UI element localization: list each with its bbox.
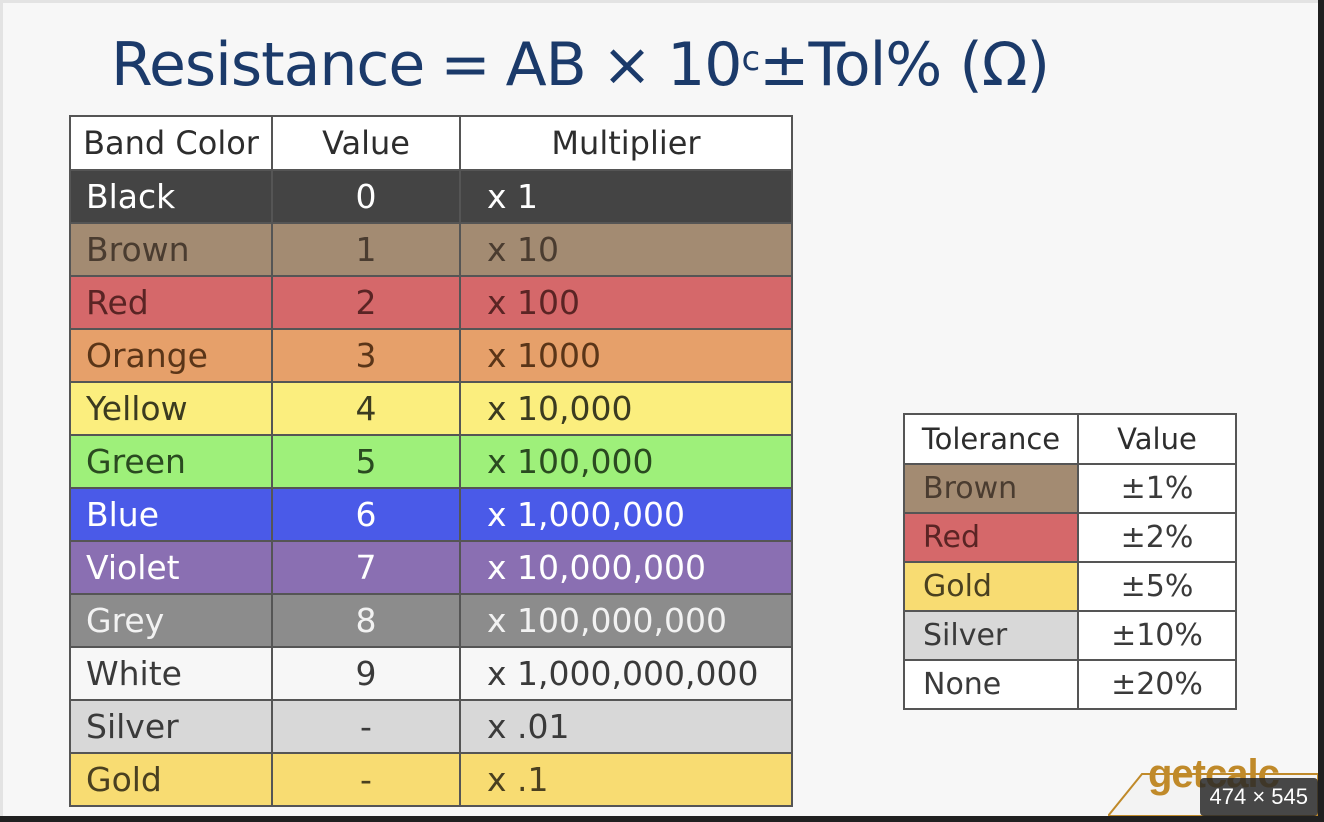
resistance-formula: Resistance = AB × 10c±Tol% (Ω) <box>111 23 1050 107</box>
band-table-body: Black 0 x 1 Brown 1 x 10 Red 2 x 100 Orange 3 x 100… <box>69 169 793 807</box>
tolerance-row-none: None ±20% <box>903 659 1237 710</box>
band-color-cell: Blue <box>69 487 273 542</box>
tolerance-table-body: Brown ±1% Red ±2% Gold ±5% Silver ±10% None ±20% <box>903 463 1237 710</box>
band-table-header-row: Band Color Value Multiplier <box>69 115 793 171</box>
formula-unit: (Ω) <box>959 30 1050 100</box>
band-value-cell: 3 <box>271 328 461 383</box>
band-value-cell: 5 <box>271 434 461 489</box>
band-color-cell: Silver <box>69 699 273 754</box>
band-row-gold: Gold - x .1 <box>69 752 793 807</box>
band-color-cell: Green <box>69 434 273 489</box>
band-row-white: White 9 x 1,000,000,000 <box>69 646 793 701</box>
band-color-cell: Violet <box>69 540 273 595</box>
formula-base: 10 <box>667 30 742 100</box>
tolerance-value-header: Value <box>1077 413 1237 465</box>
tolerance-row-red: Red ±2% <box>903 512 1237 563</box>
value-header: Value <box>271 115 461 171</box>
band-color-table: Band Color Value Multiplier Black 0 x 1 Bro… <box>69 115 793 807</box>
tolerance-value-cell: ±5% <box>1077 561 1237 612</box>
tolerance-table-header-row: Tolerance Value <box>903 413 1237 465</box>
band-value-cell: 7 <box>271 540 461 595</box>
image-size-badge: 474 × 545 <box>1199 778 1318 816</box>
band-multiplier-cell: x .01 <box>459 699 793 754</box>
band-color-cell: Black <box>69 169 273 224</box>
band-row-black: Black 0 x 1 <box>69 169 793 224</box>
band-multiplier-cell: x 1,000,000 <box>459 487 793 542</box>
formula-tol: Tol% <box>808 30 942 100</box>
formula-plusminus: ± <box>759 30 809 100</box>
band-row-violet: Violet 7 x 10,000,000 <box>69 540 793 595</box>
band-multiplier-cell: x .1 <box>459 752 793 807</box>
slide-frame: Resistance = AB × 10c±Tol% (Ω) Band Color Va… <box>0 0 1318 816</box>
band-multiplier-cell: x 10 <box>459 222 793 277</box>
tolerance-value-cell: ±2% <box>1077 512 1237 563</box>
tolerance-value-cell: ±10% <box>1077 610 1237 661</box>
band-multiplier-cell: x 1,000,000,000 <box>459 646 793 701</box>
tolerance-value-cell: ±1% <box>1077 463 1237 514</box>
band-multiplier-cell: x 100,000,000 <box>459 593 793 648</box>
formula-times: × <box>601 30 652 100</box>
formula-equals: = <box>440 30 490 100</box>
band-row-red: Red 2 x 100 <box>69 275 793 330</box>
band-value-cell: 2 <box>271 275 461 330</box>
band-multiplier-cell: x 1000 <box>459 328 793 383</box>
band-multiplier-cell: x 1 <box>459 169 793 224</box>
tolerance-name-cell: Silver <box>903 610 1079 661</box>
band-value-cell: 1 <box>271 222 461 277</box>
band-multiplier-cell: x 10,000 <box>459 381 793 436</box>
band-color-cell: Gold <box>69 752 273 807</box>
tolerance-row-gold: Gold ±5% <box>903 561 1237 612</box>
tolerance-value-cell: ±20% <box>1077 659 1237 710</box>
band-row-orange: Orange 3 x 1000 <box>69 328 793 383</box>
tolerance-row-silver: Silver ±10% <box>903 610 1237 661</box>
band-color-cell: White <box>69 646 273 701</box>
multiplier-header: Multiplier <box>459 115 793 171</box>
band-row-yellow: Yellow 4 x 10,000 <box>69 381 793 436</box>
tolerance-row-brown: Brown ±1% <box>903 463 1237 514</box>
band-color-cell: Grey <box>69 593 273 648</box>
band-color-cell: Red <box>69 275 273 330</box>
formula-left: Resistance <box>111 30 425 100</box>
tolerance-header: Tolerance <box>903 413 1079 465</box>
band-multiplier-cell: x 100 <box>459 275 793 330</box>
band-row-silver: Silver - x .01 <box>69 699 793 754</box>
band-value-cell: 9 <box>271 646 461 701</box>
band-row-blue: Blue 6 x 1,000,000 <box>69 487 793 542</box>
band-multiplier-cell: x 10,000,000 <box>459 540 793 595</box>
band-color-cell: Yellow <box>69 381 273 436</box>
band-row-brown: Brown 1 x 10 <box>69 222 793 277</box>
tolerance-name-cell: Red <box>903 512 1079 563</box>
tolerance-name-cell: Gold <box>903 561 1079 612</box>
band-value-cell: 4 <box>271 381 461 436</box>
band-multiplier-cell: x 100,000 <box>459 434 793 489</box>
band-color-cell: Orange <box>69 328 273 383</box>
band-row-grey: Grey 8 x 100,000,000 <box>69 593 793 648</box>
band-color-header: Band Color <box>69 115 273 171</box>
band-value-cell: - <box>271 699 461 754</box>
band-row-green: Green 5 x 100,000 <box>69 434 793 489</box>
tolerance-name-cell: None <box>903 659 1079 710</box>
band-value-cell: - <box>271 752 461 807</box>
band-value-cell: 8 <box>271 593 461 648</box>
formula-ab: AB <box>505 30 587 100</box>
formula-exponent: c <box>741 39 760 79</box>
band-color-cell: Brown <box>69 222 273 277</box>
band-value-cell: 6 <box>271 487 461 542</box>
tolerance-name-cell: Brown <box>903 463 1079 514</box>
tolerance-table: Tolerance Value Brown ±1% Red ±2% Gold ±5% Sil… <box>903 413 1237 710</box>
band-value-cell: 0 <box>271 169 461 224</box>
